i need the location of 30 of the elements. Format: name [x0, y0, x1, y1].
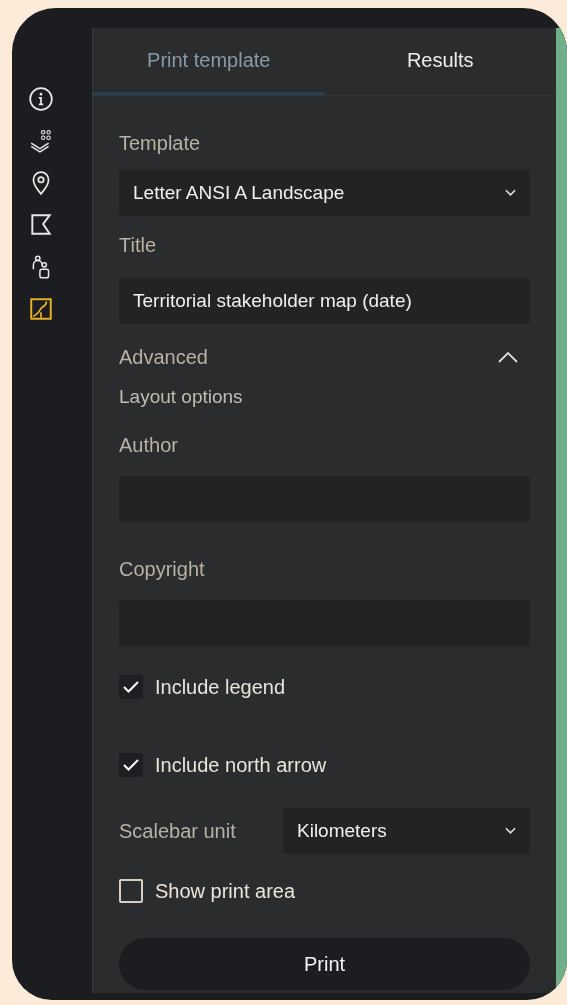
- checkbox-label: Include legend: [155, 675, 286, 700]
- chevron-down-icon: [505, 189, 516, 197]
- print-button[interactable]: Print: [119, 938, 530, 990]
- checkmark-icon: [123, 681, 139, 693]
- checkbox[interactable]: [119, 879, 143, 903]
- tab[interactable]: Results: [324, 28, 556, 95]
- field-label: Author: [119, 433, 179, 458]
- dropdown-value: Letter ANSI A Landscape: [133, 180, 345, 205]
- dropdown[interactable]: Kilometers: [283, 808, 530, 854]
- chevron-down-icon: [505, 827, 516, 835]
- layers-icon[interactable]: [28, 128, 54, 154]
- map-frame-icon[interactable]: [28, 296, 54, 322]
- dropdown-value: Kilometers: [297, 818, 387, 843]
- tab[interactable]: Print template: [93, 28, 325, 95]
- field-label: Copyright: [119, 557, 206, 582]
- checkbox-label: Include north arrow: [155, 753, 327, 778]
- checkbox[interactable]: [119, 675, 143, 699]
- text-field[interactable]: Territorial stakeholder map (date): [119, 278, 530, 324]
- subheading: Layout options: [119, 385, 244, 409]
- field-label: Scalebar unit: [119, 819, 237, 844]
- checkbox-label: Show print area: [155, 879, 296, 904]
- info-icon[interactable]: [28, 86, 54, 112]
- field-label: Title: [119, 233, 158, 258]
- section-header[interactable]: Advanced: [119, 342, 208, 372]
- chevron-up-icon[interactable]: [498, 351, 518, 363]
- field-label: Template: [119, 131, 202, 156]
- dropdown[interactable]: Letter ANSI A Landscape: [119, 170, 530, 216]
- polygon-icon[interactable]: [28, 212, 54, 238]
- checkmark-icon: [123, 759, 139, 771]
- checkbox[interactable]: [119, 753, 143, 777]
